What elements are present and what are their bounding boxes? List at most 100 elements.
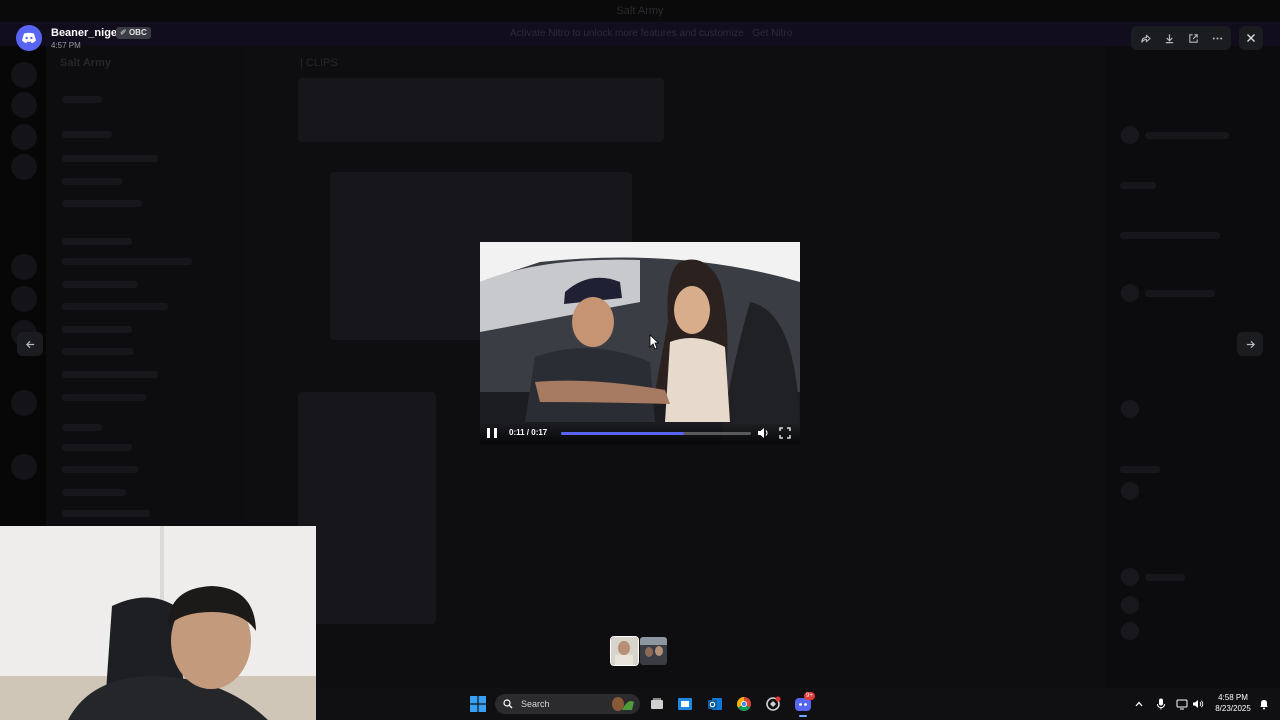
channel-line bbox=[62, 510, 150, 517]
server-icon bbox=[11, 390, 37, 416]
download-button[interactable] bbox=[1160, 29, 1178, 47]
taskbar-clock[interactable]: 4:58 PM 8/23/2025 bbox=[1212, 692, 1254, 714]
forward-icon bbox=[1140, 34, 1151, 43]
previous-media-button[interactable] bbox=[17, 332, 43, 356]
channel-line bbox=[62, 444, 132, 451]
channel-line bbox=[62, 131, 112, 138]
webcam-overlay bbox=[0, 526, 316, 720]
channel-line bbox=[62, 489, 126, 496]
chevron-up-icon bbox=[1135, 701, 1143, 707]
server-name: Salt Army bbox=[60, 57, 111, 69]
search-icon bbox=[503, 699, 513, 709]
notification-bell-icon bbox=[1260, 700, 1268, 710]
channel-line bbox=[62, 371, 158, 378]
mouse-cursor-icon bbox=[649, 334, 659, 350]
taskbar-discord[interactable]: 9+ bbox=[793, 692, 815, 717]
member-avatar bbox=[1121, 400, 1139, 418]
microphone-icon bbox=[1157, 698, 1165, 710]
outlook-icon bbox=[708, 698, 722, 710]
arrow-right-icon bbox=[1246, 340, 1255, 348]
taskbar-outlook[interactable] bbox=[705, 694, 725, 714]
discord-badge: 9+ bbox=[804, 692, 815, 700]
channel-line bbox=[62, 303, 168, 310]
chat-image bbox=[298, 392, 436, 624]
member-line bbox=[1120, 466, 1160, 473]
windows-logo-icon bbox=[470, 696, 486, 712]
member-avatar bbox=[1121, 284, 1139, 302]
channel-header: | CLIPS bbox=[300, 57, 338, 69]
window-titlebar: Salt Army bbox=[0, 0, 1280, 22]
server-icon bbox=[11, 62, 37, 88]
microphone-tray-button[interactable] bbox=[1151, 694, 1171, 714]
server-icon bbox=[11, 154, 37, 180]
taskbar-app-store[interactable] bbox=[675, 694, 695, 714]
channel-line bbox=[62, 258, 192, 265]
member-avatar bbox=[1121, 568, 1139, 586]
pause-icon bbox=[487, 428, 490, 438]
channel-line bbox=[62, 326, 132, 333]
server-icon bbox=[11, 124, 37, 150]
taskbar-search[interactable]: Search bbox=[495, 694, 640, 714]
server-icon bbox=[11, 254, 37, 280]
media-thumbnail[interactable] bbox=[610, 636, 639, 666]
open-in-browser-button[interactable] bbox=[1184, 29, 1202, 47]
member-line bbox=[1145, 290, 1215, 297]
member-line bbox=[1120, 182, 1156, 189]
speaker-icon bbox=[1193, 700, 1204, 708]
start-button[interactable] bbox=[468, 694, 488, 714]
channel-line bbox=[62, 238, 132, 245]
search-placeholder: Search bbox=[521, 699, 550, 709]
network-icon bbox=[1176, 699, 1188, 710]
member-avatar bbox=[1121, 126, 1139, 144]
download-icon bbox=[1165, 33, 1173, 43]
volume-icon[interactable] bbox=[756, 426, 770, 440]
video-frame bbox=[480, 242, 800, 444]
uploader-name[interactable]: Beaner_niger bbox=[51, 27, 121, 39]
clock-date: 8/23/2025 bbox=[1215, 704, 1251, 713]
clock-time: 4:58 PM bbox=[1218, 693, 1248, 702]
fullscreen-icon[interactable] bbox=[778, 426, 792, 440]
forward-button[interactable] bbox=[1136, 29, 1154, 47]
member-line bbox=[1145, 574, 1185, 581]
seek-bar[interactable] bbox=[561, 432, 751, 435]
member-line bbox=[1145, 132, 1229, 139]
channel-line bbox=[62, 200, 142, 207]
task-view-button[interactable] bbox=[647, 694, 667, 714]
video-player[interactable]: 0:11 / 0:17 bbox=[480, 242, 800, 444]
server-icon bbox=[11, 454, 37, 480]
upload-time: 4:57 PM bbox=[51, 41, 81, 50]
window-title: Salt Army bbox=[616, 5, 664, 17]
chat-image bbox=[298, 78, 664, 142]
arrow-left-icon bbox=[25, 340, 34, 348]
channel-line bbox=[62, 466, 138, 473]
media-viewer-header: Beaner_niger ✐ OBC 4:57 PM bbox=[0, 22, 1280, 54]
channel-line bbox=[62, 155, 158, 162]
channel-line bbox=[62, 348, 134, 355]
active-app-indicator bbox=[799, 715, 807, 717]
more-options-button[interactable] bbox=[1208, 29, 1226, 47]
media-thumbnail[interactable] bbox=[640, 637, 667, 665]
media-action-group bbox=[1131, 26, 1231, 50]
next-media-button[interactable] bbox=[1237, 332, 1263, 356]
task-view-icon bbox=[651, 698, 663, 709]
member-avatar bbox=[1121, 596, 1139, 614]
show-hidden-icons-button[interactable] bbox=[1129, 694, 1149, 714]
taskbar-chrome[interactable] bbox=[734, 694, 754, 714]
member-avatar bbox=[1121, 482, 1139, 500]
channel-line bbox=[62, 178, 122, 185]
more-options-icon bbox=[1212, 36, 1222, 40]
app-icon bbox=[766, 696, 781, 711]
channel-line bbox=[62, 424, 102, 431]
store-icon bbox=[678, 698, 692, 710]
volume-tray-button[interactable] bbox=[1188, 694, 1208, 714]
open-in-browser-icon bbox=[1188, 33, 1198, 43]
notifications-button[interactable] bbox=[1254, 694, 1274, 714]
discord-logo-icon bbox=[16, 25, 42, 51]
taskbar-app[interactable] bbox=[763, 694, 783, 714]
pause-button[interactable] bbox=[486, 426, 498, 440]
search-highlight-icon bbox=[612, 697, 634, 711]
close-viewer-button[interactable] bbox=[1239, 26, 1263, 50]
media-thumbnail-strip bbox=[610, 636, 667, 666]
chrome-icon bbox=[737, 697, 751, 711]
uploader-badge: ✐ OBC bbox=[116, 27, 151, 39]
